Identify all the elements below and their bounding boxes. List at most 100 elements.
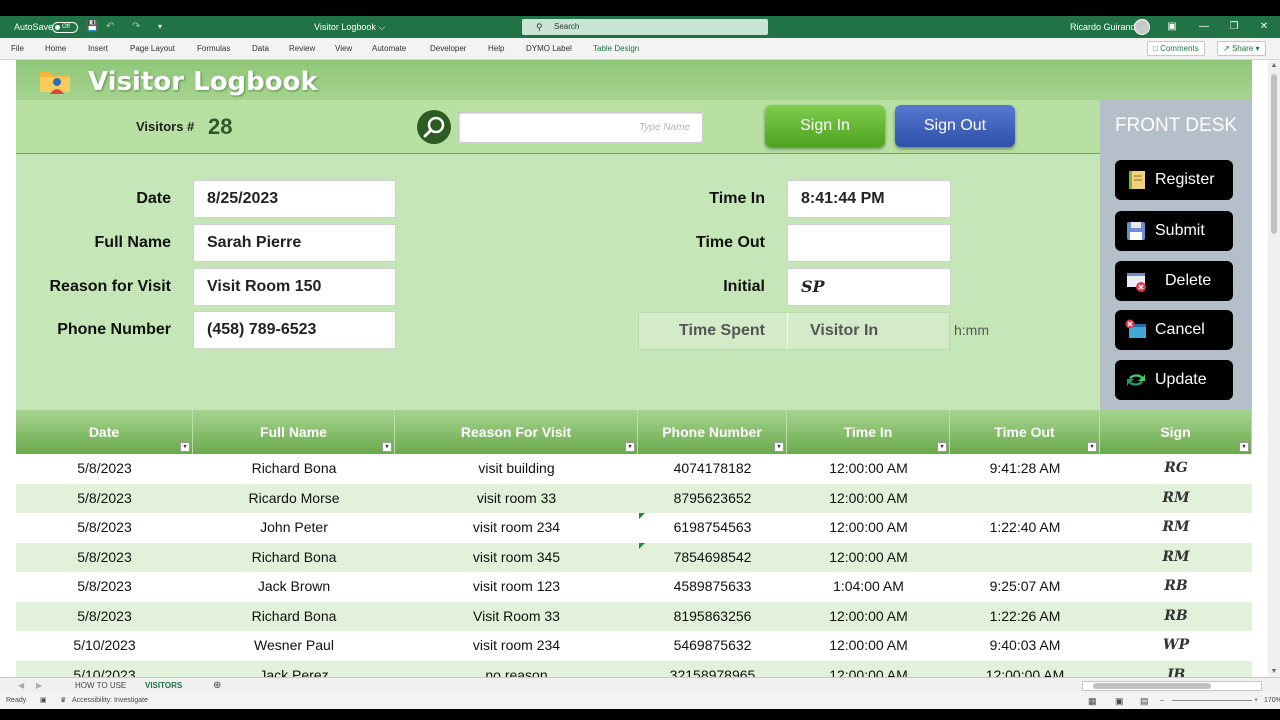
cell-sign[interactable]: RM: [1100, 484, 1252, 514]
initial-field[interactable]: SP: [787, 268, 951, 306]
cell-sign[interactable]: JB: [1100, 661, 1252, 678]
cell-date[interactable]: 5/8/2023: [16, 572, 193, 602]
zoom-slider[interactable]: [1172, 700, 1252, 701]
date-field[interactable]: 8/25/2023: [193, 180, 396, 218]
cell-reason[interactable]: visit room 234: [395, 513, 638, 543]
vertical-scrollbar[interactable]: ▲ ▼: [1268, 60, 1280, 677]
cancel-button[interactable]: Cancel: [1115, 310, 1233, 350]
quick-access-menu-icon[interactable]: ▾: [158, 16, 162, 38]
cell-reason[interactable]: Visit Room 33: [395, 602, 638, 632]
tab-table-design[interactable]: Table Design: [593, 38, 639, 60]
filter-dropdown-icon[interactable]: ▾: [1087, 442, 1097, 452]
visitor-search-input[interactable]: Type Name: [457, 111, 703, 143]
cell-reason[interactable]: visit building: [395, 454, 638, 484]
tab-insert[interactable]: Insert: [88, 38, 108, 60]
cell-phone-number[interactable]: 4589875633: [638, 572, 787, 602]
table-row[interactable]: 5/8/2023 Richard Bona Visit Room 33 8195863…: [16, 601, 1252, 632]
restore-icon[interactable]: ❐: [1224, 16, 1244, 38]
time-out-field[interactable]: [787, 224, 951, 262]
column-header-sign[interactable]: Sign ▾: [1100, 410, 1252, 454]
table-row[interactable]: 5/8/2023 Ricardo Morse visit room 33 879562…: [16, 483, 1252, 514]
cell-full-name[interactable]: Wesner Paul: [193, 631, 395, 661]
cell-time-out[interactable]: 9:25:07 AM: [950, 572, 1100, 602]
comments-button[interactable]: □ Comments: [1147, 41, 1205, 56]
save-icon[interactable]: 💾: [86, 16, 98, 38]
avatar[interactable]: [1134, 19, 1150, 35]
excel-search-box[interactable]: ⚲ Search: [522, 19, 768, 35]
accessibility-status[interactable]: Accessibility: Investigate: [72, 693, 148, 709]
cell-phone-number[interactable]: 5469875632: [638, 631, 787, 661]
cell-time-in[interactable]: 12:00:00 AM: [787, 543, 950, 573]
cell-date[interactable]: 5/8/2023: [16, 484, 193, 514]
redo-icon[interactable]: ↷: [132, 16, 140, 38]
share-button[interactable]: ↗ Share ▾: [1217, 41, 1266, 56]
scroll-up-icon[interactable]: ▲: [1268, 62, 1280, 69]
cell-time-out[interactable]: 9:40:03 AM: [950, 631, 1100, 661]
cell-reason[interactable]: visit room 345: [395, 543, 638, 573]
delete-button[interactable]: Delete: [1115, 261, 1233, 301]
cell-time-in[interactable]: 12:00:00 AM: [787, 484, 950, 514]
cell-sign[interactable]: RM: [1100, 543, 1252, 573]
add-sheet-icon[interactable]: ⊕: [213, 678, 221, 693]
tab-file[interactable]: File: [11, 38, 24, 60]
cell-phone-number[interactable]: 8795623652: [638, 484, 787, 514]
table-row[interactable]: 5/8/2023 Jack Brown visit room 123 45898756…: [16, 572, 1252, 602]
cell-full-name[interactable]: Ricardo Morse: [193, 484, 395, 514]
filter-dropdown-icon[interactable]: ▾: [625, 442, 635, 452]
column-header-reason[interactable]: Reason For Visit ▾: [395, 410, 638, 454]
tab-view[interactable]: View: [335, 38, 352, 60]
table-row[interactable]: 5/10/2023 Jack Perez no reason 32158978965 1…: [16, 660, 1252, 678]
column-header-date[interactable]: Date ▾: [16, 410, 193, 454]
tab-dymo-label[interactable]: DYMO Label: [526, 38, 572, 60]
cell-sign[interactable]: RB: [1100, 572, 1252, 602]
tab-help[interactable]: Help: [488, 38, 504, 60]
submit-button[interactable]: Submit: [1115, 211, 1233, 251]
cell-date[interactable]: 5/8/2023: [16, 602, 193, 632]
table-row[interactable]: 5/8/2023 Richard Bona visit building 407417…: [16, 454, 1252, 484]
filter-dropdown-icon[interactable]: ▾: [1239, 442, 1249, 452]
normal-view-icon[interactable]: ▦: [1088, 693, 1097, 709]
cell-time-in[interactable]: 12:00:00 AM: [787, 454, 950, 484]
cell-full-name[interactable]: Richard Bona: [193, 543, 395, 573]
table-row[interactable]: 5/8/2023 John Peter visit room 234 61987545…: [16, 513, 1252, 543]
cell-phone-number[interactable]: 4074178182: [638, 454, 787, 484]
cell-phone-number[interactable]: 32158978965: [638, 661, 787, 678]
table-row[interactable]: 5/8/2023 Richard Bona visit room 345 785469…: [16, 542, 1252, 573]
cell-time-out[interactable]: 12:00:00 AM: [950, 661, 1100, 678]
cell-time-in[interactable]: 12:00:00 AM: [787, 513, 950, 543]
ribbon-display-icon[interactable]: ▣: [1162, 16, 1182, 38]
cell-sign[interactable]: WP: [1100, 631, 1252, 661]
tab-home[interactable]: Home: [45, 38, 66, 60]
horizontal-scrollbar[interactable]: [1082, 681, 1262, 691]
cell-time-out[interactable]: 9:41:28 AM: [950, 454, 1100, 484]
cell-phone-number[interactable]: 6198754563: [638, 513, 787, 543]
cell-time-out[interactable]: [950, 484, 1100, 514]
user-name[interactable]: Ricardo Guirand: [1070, 16, 1136, 38]
cell-reason[interactable]: no reason: [395, 661, 638, 678]
cell-reason[interactable]: visit room 123: [395, 572, 638, 602]
close-icon[interactable]: ✕: [1254, 16, 1274, 38]
cell-full-name[interactable]: Jack Perez: [193, 661, 395, 678]
tab-page-layout[interactable]: Page Layout: [130, 38, 175, 60]
zoom-level[interactable]: 170%: [1264, 693, 1280, 709]
cell-reason[interactable]: visit room 234: [395, 631, 638, 661]
cell-time-out[interactable]: 1:22:26 AM: [950, 602, 1100, 632]
sign-out-button[interactable]: Sign Out: [895, 105, 1015, 147]
cell-time-out[interactable]: [950, 543, 1100, 573]
tab-formulas[interactable]: Formulas: [197, 38, 230, 60]
cell-sign[interactable]: RB: [1100, 602, 1252, 632]
page-break-view-icon[interactable]: ▤: [1140, 693, 1149, 709]
column-header-time-out[interactable]: Time Out ▾: [950, 410, 1100, 454]
filter-dropdown-icon[interactable]: ▾: [382, 442, 392, 452]
sign-in-button[interactable]: Sign In: [765, 105, 885, 147]
macro-icon[interactable]: ▣: [40, 693, 47, 709]
cell-phone-number[interactable]: 7854698542: [638, 543, 787, 573]
cell-date[interactable]: 5/8/2023: [16, 513, 193, 543]
tab-review[interactable]: Review: [289, 38, 315, 60]
autosave-toggle[interactable]: Off: [52, 22, 78, 33]
cell-time-in[interactable]: 12:00:00 AM: [787, 661, 950, 678]
cell-phone-number[interactable]: 8195863256: [638, 602, 787, 632]
search-button[interactable]: [417, 110, 451, 144]
full-name-field[interactable]: Sarah Pierre: [193, 224, 396, 262]
column-header-time-in[interactable]: Time In ▾: [787, 410, 950, 454]
